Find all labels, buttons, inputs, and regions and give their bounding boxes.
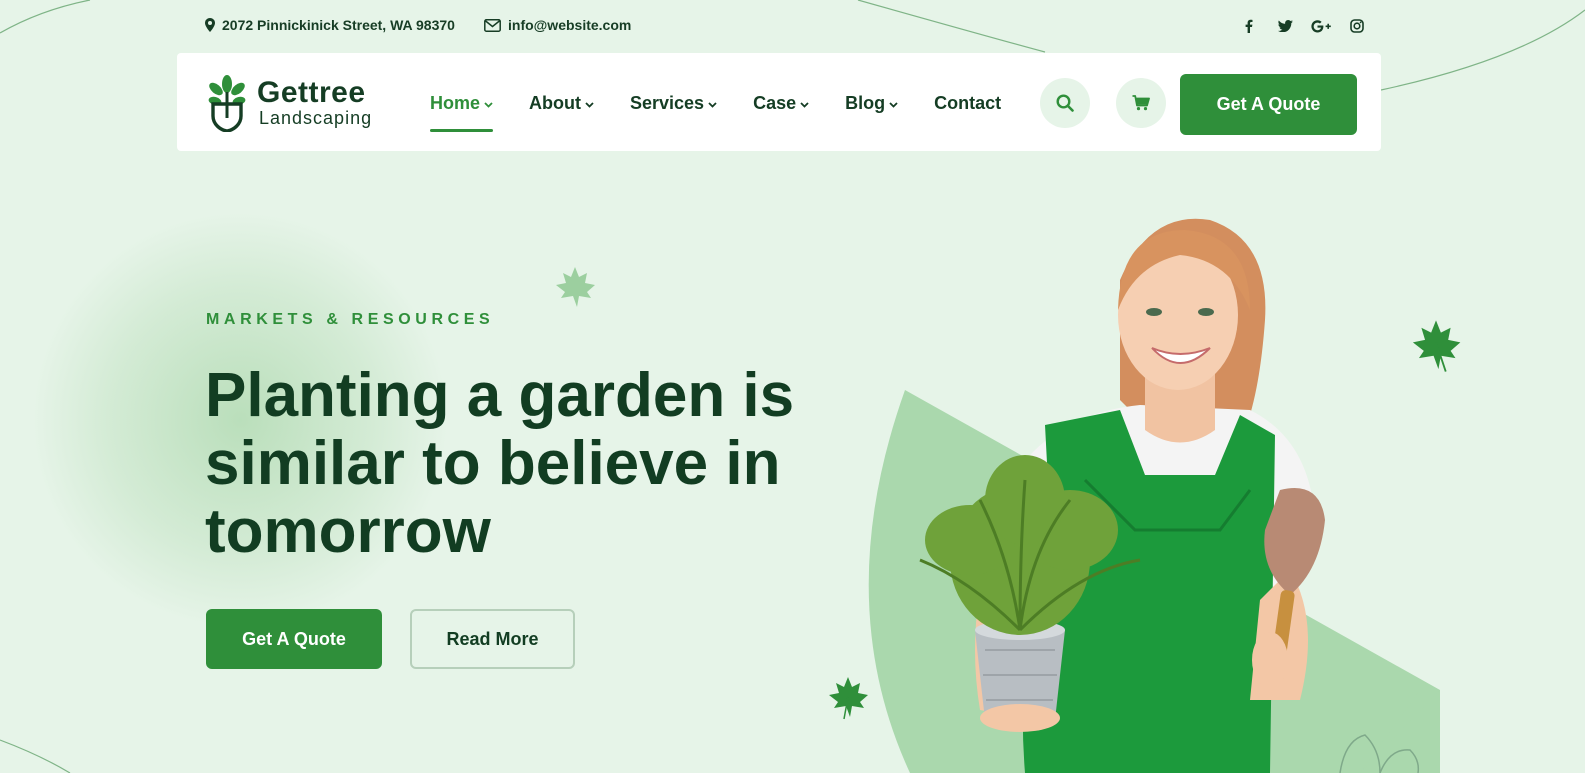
instagram-icon[interactable] bbox=[1346, 16, 1368, 36]
logo-name: Gettree bbox=[257, 76, 366, 109]
hero-headline: Planting a garden is similar to believe … bbox=[205, 362, 805, 566]
headline-line: Planting a garden is bbox=[205, 361, 795, 430]
chevron-down-icon bbox=[585, 99, 594, 111]
nav-about[interactable]: About bbox=[529, 91, 594, 115]
main-header: Gettree Landscaping Home About Services … bbox=[177, 53, 1381, 151]
nav-blog[interactable]: Blog bbox=[845, 91, 898, 115]
nav-home[interactable]: Home bbox=[430, 91, 494, 132]
nav-services-label: Services bbox=[630, 92, 705, 113]
nav-contact-label: Contact bbox=[934, 92, 1002, 113]
social-links bbox=[1238, 16, 1368, 36]
nav-blog-label: Blog bbox=[845, 92, 886, 113]
chevron-down-icon bbox=[889, 99, 898, 111]
top-info-bar: 2072 Pinnickinick Street, WA 98370 info@… bbox=[0, 0, 1585, 52]
envelope-icon bbox=[484, 18, 501, 32]
hero-eyebrow: MARKETS & RESOURCES bbox=[206, 311, 495, 328]
headline-line: tomorrow bbox=[205, 497, 491, 566]
chevron-down-icon bbox=[800, 99, 809, 111]
logo-tagline: Landscaping bbox=[259, 108, 373, 128]
cart-button[interactable] bbox=[1116, 78, 1166, 128]
headline-line: similar to believe in bbox=[205, 429, 781, 498]
tree-shovel-logo-icon bbox=[208, 75, 246, 132]
facebook-icon[interactable] bbox=[1238, 16, 1260, 36]
nav-about-label: About bbox=[529, 92, 581, 113]
map-pin-icon bbox=[205, 18, 215, 32]
main-nav: Home About Services Case Blog Contact bbox=[430, 91, 1037, 132]
gardener-illustration bbox=[868, 218, 1440, 773]
hero-get-quote-button[interactable]: Get A Quote bbox=[206, 609, 382, 669]
nav-services[interactable]: Services bbox=[630, 91, 717, 115]
maple-leaf-icon bbox=[556, 267, 595, 307]
address-info: 2072 Pinnickinick Street, WA 98370 bbox=[205, 17, 455, 33]
nav-case-label: Case bbox=[753, 92, 797, 113]
header-get-quote-button[interactable]: Get A Quote bbox=[1180, 74, 1357, 135]
chevron-down-icon bbox=[484, 99, 493, 111]
chevron-down-icon bbox=[708, 99, 717, 111]
cart-icon bbox=[1132, 95, 1150, 111]
address-text: 2072 Pinnickinick Street, WA 98370 bbox=[222, 17, 455, 33]
twitter-icon[interactable] bbox=[1274, 16, 1296, 36]
search-icon bbox=[1056, 94, 1074, 112]
nav-case[interactable]: Case bbox=[753, 91, 809, 115]
nav-home-label: Home bbox=[430, 92, 481, 113]
email-text[interactable]: info@website.com bbox=[508, 17, 631, 33]
nav-contact[interactable]: Contact bbox=[934, 91, 1001, 115]
search-button[interactable] bbox=[1040, 78, 1090, 128]
logo[interactable]: Gettree Landscaping bbox=[207, 74, 372, 132]
hero-read-more-button[interactable]: Read More bbox=[410, 609, 575, 669]
email-info[interactable]: info@website.com bbox=[484, 17, 631, 33]
google-plus-icon[interactable] bbox=[1310, 16, 1332, 36]
